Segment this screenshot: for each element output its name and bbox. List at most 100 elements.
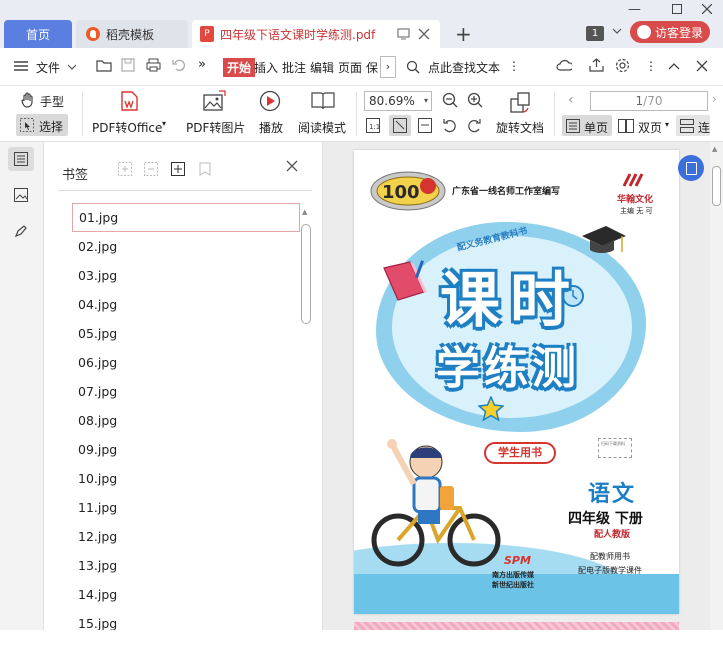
read-mode-icon[interactable] <box>311 91 335 111</box>
bookmark-item[interactable]: 13.jpg <box>72 551 300 580</box>
menu-protect[interactable]: 保 <box>366 59 378 76</box>
zoom-level-select[interactable]: 80.69% ▾ <box>364 91 432 111</box>
new-bookmark-icon[interactable] <box>171 162 187 178</box>
chevron-down-icon: ▾ <box>423 96 428 105</box>
bookmark-item[interactable]: 11.jpg <box>72 493 300 522</box>
bookmark-icon[interactable] <box>198 162 214 178</box>
tab-docer-template[interactable]: 稻壳模板 <box>76 20 188 48</box>
bookmark-item[interactable]: 09.jpg <box>72 435 300 464</box>
scroll-menu-right-button[interactable]: › <box>380 56 396 78</box>
settings-gear-icon[interactable] <box>615 58 631 74</box>
open-folder-icon[interactable] <box>96 58 112 74</box>
chevron-down-icon[interactable]: ▾ <box>665 120 669 129</box>
play-icon[interactable] <box>259 90 281 112</box>
scroll-up-arrow[interactable]: ▲ <box>302 208 307 216</box>
scroll-up-arrow[interactable]: ▲ <box>712 145 717 153</box>
collapse-ribbon-icon[interactable] <box>668 62 684 78</box>
toolbar-scroll-right-button[interactable]: › <box>712 92 717 106</box>
pdf-to-office-icon[interactable] <box>118 90 140 112</box>
new-tab-button[interactable]: + <box>455 22 472 46</box>
bookmark-scroll-thumb[interactable] <box>301 224 311 324</box>
bookmark-item[interactable]: 12.jpg <box>72 522 300 551</box>
menu-start[interactable]: 开始 <box>223 58 256 77</box>
document-scrollbar[interactable]: ▲ <box>710 142 723 630</box>
page-number-input[interactable]: 1/70 <box>590 91 708 111</box>
continuous-page-icon <box>680 119 694 133</box>
search-icon[interactable] <box>406 60 422 76</box>
print-icon[interactable] <box>146 58 162 74</box>
save-icon[interactable] <box>121 58 137 74</box>
overflow-menu-icon[interactable]: ⋮ <box>645 59 657 73</box>
zoom-in-icon[interactable] <box>467 92 483 108</box>
bookmark-item[interactable]: 04.jpg <box>72 290 300 319</box>
close-tab-icon[interactable] <box>418 28 430 40</box>
annotation-panel-button[interactable] <box>8 219 34 243</box>
guest-login-button[interactable]: 访客登录 <box>630 21 710 43</box>
chevron-down-icon[interactable] <box>612 28 622 34</box>
double-page-button[interactable]: 双页 <box>638 119 662 136</box>
bookmark-item[interactable]: 10.jpg <box>72 464 300 493</box>
hamburger-menu-icon[interactable] <box>14 60 30 76</box>
undo-icon[interactable] <box>172 58 188 74</box>
play-button[interactable]: 播放 <box>259 119 283 136</box>
tab-home[interactable]: 首页 <box>4 20 72 48</box>
chevron-down-icon[interactable]: ▾ <box>162 119 166 128</box>
pdf-to-office-button[interactable]: PDF转Office <box>92 119 162 136</box>
screen-share-icon[interactable] <box>397 28 410 40</box>
floating-document-tool-button[interactable] <box>678 155 704 181</box>
hand-tool-icon[interactable] <box>20 92 36 108</box>
tab-pdf-document[interactable]: P 四年级下语文课时学练测.pdf <box>192 20 440 48</box>
document-scroll-thumb[interactable] <box>712 166 721 206</box>
more-options-icon[interactable]: ⋮ <box>508 59 520 73</box>
window-count-badge[interactable]: 1 <box>586 26 604 41</box>
bookmark-list: 01.jpg 02.jpg 03.jpg 04.jpg 05.jpg 06.jp… <box>72 203 300 638</box>
previous-page-button[interactable]: ‹ <box>568 92 574 108</box>
read-mode-button[interactable]: 阅读模式 <box>298 119 346 136</box>
double-page-icon[interactable] <box>618 119 634 133</box>
find-text-box[interactable]: 点此查找文本 <box>428 59 500 76</box>
rotate-document-button[interactable]: 旋转文档 <box>496 119 544 136</box>
cover-edition: 配人教版 <box>594 530 631 540</box>
cover-school-text: 广东省一线名师工作室编写 <box>452 187 561 197</box>
pdf-to-image-button[interactable]: PDF转图片 <box>186 119 245 136</box>
rotate-document-icon[interactable] <box>508 90 532 114</box>
continuous-page-label: 连 <box>698 121 711 135</box>
bookmark-item[interactable]: 02.jpg <box>72 232 300 261</box>
bookmark-item[interactable]: 03.jpg <box>72 261 300 290</box>
chevron-down-icon[interactable] <box>67 64 83 80</box>
bookmark-item[interactable]: 08.jpg <box>72 406 300 435</box>
menu-file[interactable]: 文件 <box>36 59 60 76</box>
thumbnail-panel-button[interactable] <box>8 183 34 207</box>
bookmark-item[interactable]: 05.jpg <box>72 319 300 348</box>
close-bookmark-panel-icon[interactable] <box>286 160 298 172</box>
bookmark-panel-button[interactable] <box>8 147 34 171</box>
rotate-left-icon[interactable] <box>442 118 457 133</box>
cover-resources: 配教师用书 配电子版教学课件 <box>578 552 642 575</box>
more-menu-chevron[interactable]: » <box>198 57 206 72</box>
bookmark-item[interactable]: 07.jpg <box>72 377 300 406</box>
bookmark-item[interactable]: 01.jpg <box>72 203 300 232</box>
single-page-label: 单页 <box>584 121 609 135</box>
menu-insert[interactable]: 插入 <box>254 59 278 76</box>
close-panel-icon[interactable] <box>696 60 712 76</box>
bookmark-item[interactable]: 14.jpg <box>72 580 300 609</box>
bookmark-scrollbar[interactable]: ▲ <box>300 208 312 628</box>
minimize-icon[interactable]: — <box>628 2 641 17</box>
hand-tool-label[interactable]: 手型 <box>40 93 64 110</box>
share-icon[interactable] <box>589 58 605 74</box>
zoom-out-icon[interactable] <box>442 92 458 108</box>
menu-comment[interactable]: 批注 <box>282 59 306 76</box>
add-bookmark-icon[interactable] <box>118 162 134 178</box>
rotate-right-icon[interactable] <box>467 118 482 133</box>
publisher-text: 南方出版传媒 新世纪出版社 <box>492 571 534 589</box>
maximize-icon[interactable] <box>672 4 682 14</box>
close-window-icon[interactable] <box>702 4 712 14</box>
remove-bookmark-icon[interactable] <box>144 162 160 178</box>
menu-page[interactable]: 页面 <box>338 59 362 76</box>
menu-edit[interactable]: 编辑 <box>310 59 334 76</box>
bookmark-item[interactable]: 06.jpg <box>72 348 300 377</box>
pdf-to-image-icon[interactable] <box>202 90 226 112</box>
cloud-sync-icon[interactable] <box>556 58 572 74</box>
fit-width-icon[interactable] <box>418 118 432 133</box>
actual-size-icon[interactable]: 1:1 <box>366 118 380 133</box>
